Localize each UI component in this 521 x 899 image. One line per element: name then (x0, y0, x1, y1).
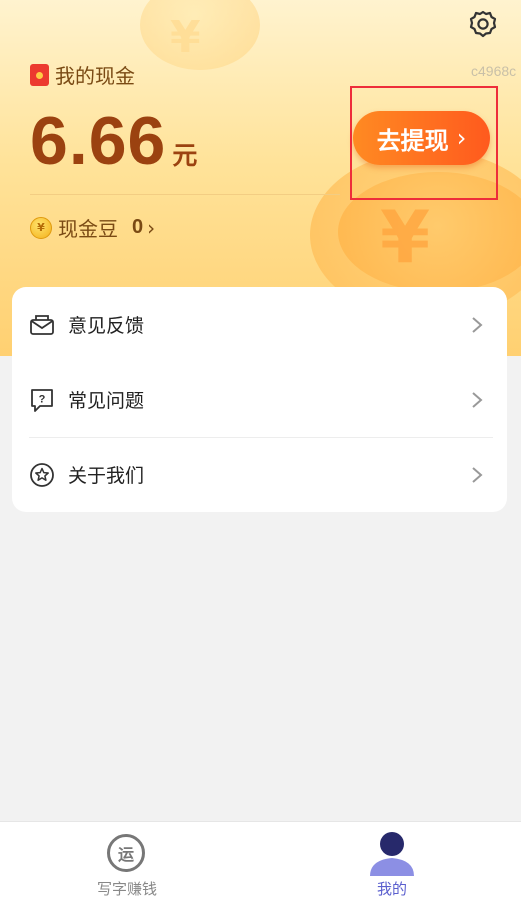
cash-title-label: 我的现金 (55, 64, 135, 88)
menu-item-label: 关于我们 (68, 465, 145, 487)
feedback-mail-icon (30, 314, 54, 335)
menu-item-feedback[interactable]: 意见反馈 (12, 287, 507, 362)
tab-write-earn[interactable]: 运 写字赚钱 (27, 822, 227, 899)
menu-card: 意见反馈 ? 常见问题 关于我们 (12, 287, 507, 512)
beans-value: 0 (132, 216, 144, 238)
chevron-right-icon (472, 466, 483, 483)
person-icon (370, 832, 414, 876)
cash-title: 我的现金 (30, 60, 135, 89)
balance-amount: 6.66 (30, 103, 167, 179)
beans-label: 现金豆 (58, 217, 118, 241)
settings-gear-icon[interactable] (468, 9, 498, 39)
chevron-right-icon: › (147, 215, 156, 240)
tab-label: 我的 (376, 880, 407, 898)
yuan-decoration-icon: ¥ (170, 12, 201, 63)
tab-mine[interactable]: 我的 (292, 822, 492, 899)
about-star-icon (30, 462, 54, 487)
yun-circle-icon: 运 (107, 834, 145, 872)
menu-item-about[interactable]: 关于我们 (12, 437, 507, 512)
bottom-tab-bar: 运 写字赚钱 我的 (0, 821, 521, 899)
faq-question-icon: ? (31, 388, 53, 412)
chevron-right-icon (472, 391, 483, 408)
divider (30, 194, 340, 195)
menu-item-label: 意见反馈 (68, 315, 145, 337)
menu-item-label: 常见问题 (68, 390, 145, 412)
tab-label: 写字赚钱 (96, 880, 157, 898)
bean-coin-icon: ¥ (30, 216, 52, 239)
menu-item-faq[interactable]: ? 常见问题 (12, 362, 507, 437)
cash-beans-row[interactable]: ¥ 现金豆 0 › (30, 213, 155, 242)
cash-balance: 6.66 元 (30, 102, 197, 180)
user-id-text: c4968c (471, 63, 517, 79)
red-packet-icon (30, 63, 49, 86)
yuan-decoration-icon: ¥ (380, 195, 431, 279)
svg-text:?: ? (39, 393, 46, 405)
chevron-right-icon (472, 316, 483, 333)
withdraw-highlight-box (350, 86, 498, 200)
balance-unit: 元 (172, 141, 198, 170)
